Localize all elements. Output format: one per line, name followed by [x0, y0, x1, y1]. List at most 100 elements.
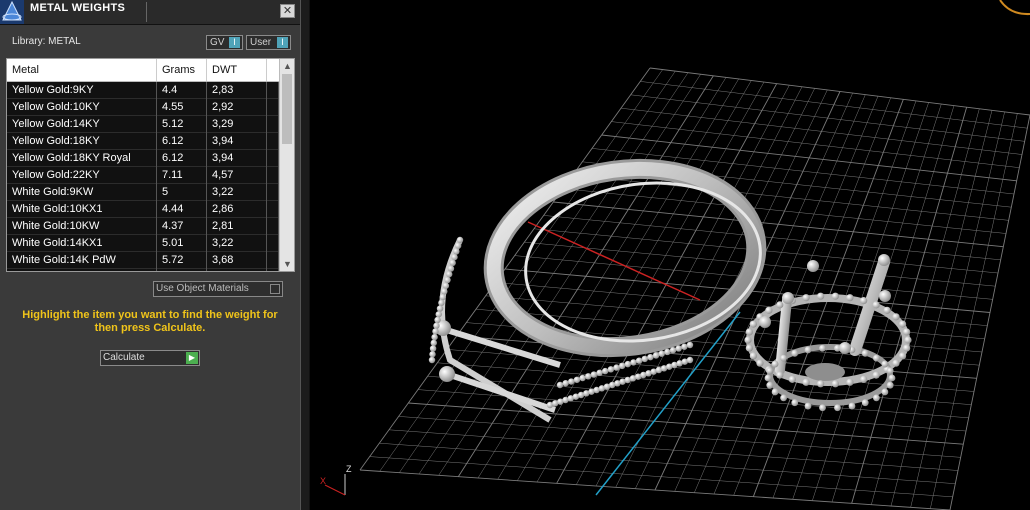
column-header-grams[interactable]: Grams [157, 59, 207, 81]
use-object-materials-checkbox[interactable]: Use Object Materials [153, 281, 283, 297]
table-row[interactable]: White Gold:10KX1 4.44 2,86 [7, 201, 279, 218]
cell-spacer [267, 184, 279, 201]
cell-grams: 5 [157, 184, 207, 201]
cell-metal: Yellow Gold:22KY [7, 167, 157, 184]
cell-spacer [267, 235, 279, 252]
table-scrollbar[interactable]: ▲ ▼ [279, 59, 294, 271]
cell-grams: 5.12 [157, 116, 207, 133]
cell-metal: Yellow Gold:9KY [7, 82, 157, 99]
calculate-button[interactable]: Calculate ▶ [100, 350, 200, 366]
table-row[interactable]: Yellow Gold:10KY 4.55 2,92 [7, 99, 279, 116]
cell-grams: 6.12 [157, 150, 207, 167]
cell-spacer [267, 252, 279, 269]
cell-spacer [267, 201, 279, 218]
cell-metal: White Gold:10KW [7, 218, 157, 235]
table-row[interactable]: Yellow Gold:18KY Royal 6.12 3,94 [7, 150, 279, 167]
table-row[interactable]: White Gold:14KX1 5.01 3,22 [7, 235, 279, 252]
cell-spacer [267, 133, 279, 150]
gv-toggle-knob-icon: I [229, 37, 240, 48]
calculate-label: Calculate [103, 352, 145, 363]
metal-table: Metal Grams DWT Yellow Gold:9KY 4.4 2,83 Ye… [6, 58, 295, 272]
cell-spacer [267, 116, 279, 133]
cell-dwt: 4,57 [207, 167, 267, 184]
cell-grams: 4.44 [157, 201, 207, 218]
instruction-text: Highlight the item you want to find the … [22, 309, 278, 334]
table-row[interactable]: White Gold:10KW 4.37 2,81 [7, 218, 279, 235]
cell-grams: 5.72 [157, 252, 207, 269]
table-row[interactable]: Yellow Gold:14KY 5.12 3,29 [7, 116, 279, 133]
user-toggle[interactable]: User I [246, 35, 291, 50]
table-row[interactable]: White Gold:14K PdW 5.72 3,68 [7, 252, 279, 269]
cell-grams: 4.4 [157, 82, 207, 99]
cell-metal: Yellow Gold:14KY [7, 116, 157, 133]
axis-z-label: Z [346, 464, 352, 474]
cell-spacer [267, 150, 279, 167]
3d-viewport[interactable]: Z X [310, 0, 1030, 510]
head-setting-model[interactable] [746, 256, 910, 406]
cell-spacer [267, 269, 279, 271]
cell-grams: 4.44 [157, 269, 207, 271]
table-row[interactable]: White Gold:14KW4.442,86 [7, 269, 279, 271]
gv-toggle[interactable]: GV I [206, 35, 243, 50]
title-divider [146, 2, 147, 22]
play-icon[interactable]: ▶ [186, 352, 198, 364]
cell-dwt: 2,86 [207, 201, 267, 218]
metal-weights-panel: METAL WEIGHTS ✕ Library: METAL GV I User… [0, 0, 300, 510]
checkbox-box[interactable] [270, 284, 280, 294]
cell-dwt: 2,81 [207, 218, 267, 235]
table-row[interactable]: Yellow Gold:9KY 4.4 2,83 [7, 82, 279, 99]
cell-grams: 4.55 [157, 99, 207, 116]
table-row[interactable]: Yellow Gold:18KY 6.12 3,94 [7, 133, 279, 150]
x-axis-line [527, 221, 701, 301]
cell-metal: White Gold:14KX1 [7, 235, 157, 252]
cell-grams: 4.37 [157, 218, 207, 235]
cell-grams: 5.01 [157, 235, 207, 252]
table-row[interactable]: White Gold:9KW 5 3,22 [7, 184, 279, 201]
panel-title: METAL WEIGHTS [30, 2, 126, 14]
axis-x-label: X [320, 476, 326, 486]
cell-metal: Yellow Gold:18KY Royal [7, 150, 157, 167]
user-toggle-knob-icon: I [277, 37, 288, 48]
ground-grid [359, 67, 1030, 510]
cell-dwt: 3,94 [207, 133, 267, 150]
cell-spacer [267, 167, 279, 184]
cell-metal: Yellow Gold:18KY [7, 133, 157, 150]
cell-dwt: 3,94 [207, 150, 267, 167]
cell-metal: White Gold:14K PdW [7, 252, 157, 269]
scroll-down-icon[interactable]: ▼ [280, 257, 294, 271]
axis-gizmo: Z X [320, 464, 352, 496]
cell-metal: Yellow Gold:10KY [7, 99, 157, 116]
cell-dwt: 3,68 [207, 252, 267, 269]
panel-titlebar: METAL WEIGHTS ✕ [0, 0, 300, 25]
cell-dwt: 2,86 [207, 269, 267, 271]
cell-dwt: 3,22 [207, 235, 267, 252]
ring-shank-model[interactable] [435, 152, 771, 423]
close-button[interactable]: ✕ [280, 4, 295, 18]
viewport-scene[interactable]: Z X [310, 0, 1030, 510]
cell-dwt: 3,29 [207, 116, 267, 133]
library-label: Library: METAL [12, 36, 81, 47]
table-header: Metal Grams DWT [7, 59, 279, 82]
cell-spacer [267, 82, 279, 99]
gv-toggle-label: GV [210, 37, 225, 48]
app-logo-icon [0, 0, 24, 24]
scrollbar-thumb[interactable] [282, 74, 292, 144]
cell-grams: 7.11 [157, 167, 207, 184]
use-object-materials-label: Use Object Materials [156, 283, 249, 294]
cell-dwt: 3,22 [207, 184, 267, 201]
cell-dwt: 2,92 [207, 99, 267, 116]
cell-spacer [267, 99, 279, 116]
column-header-metal[interactable]: Metal [7, 59, 157, 81]
cell-metal: White Gold:10KX1 [7, 201, 157, 218]
scroll-up-icon[interactable]: ▲ [280, 59, 294, 73]
cell-metal: White Gold:14KW [7, 269, 157, 271]
cell-grams: 6.12 [157, 133, 207, 150]
table-row[interactable]: Yellow Gold:22KY 7.11 4,57 [7, 167, 279, 184]
cell-metal: White Gold:9KW [7, 184, 157, 201]
column-header-dwt[interactable]: DWT [207, 59, 267, 81]
panel-splitter[interactable] [300, 0, 310, 510]
user-toggle-label: User [250, 37, 272, 48]
cell-dwt: 2,83 [207, 82, 267, 99]
viewcube-corner-icon[interactable] [999, 0, 1030, 16]
cell-spacer [267, 218, 279, 235]
